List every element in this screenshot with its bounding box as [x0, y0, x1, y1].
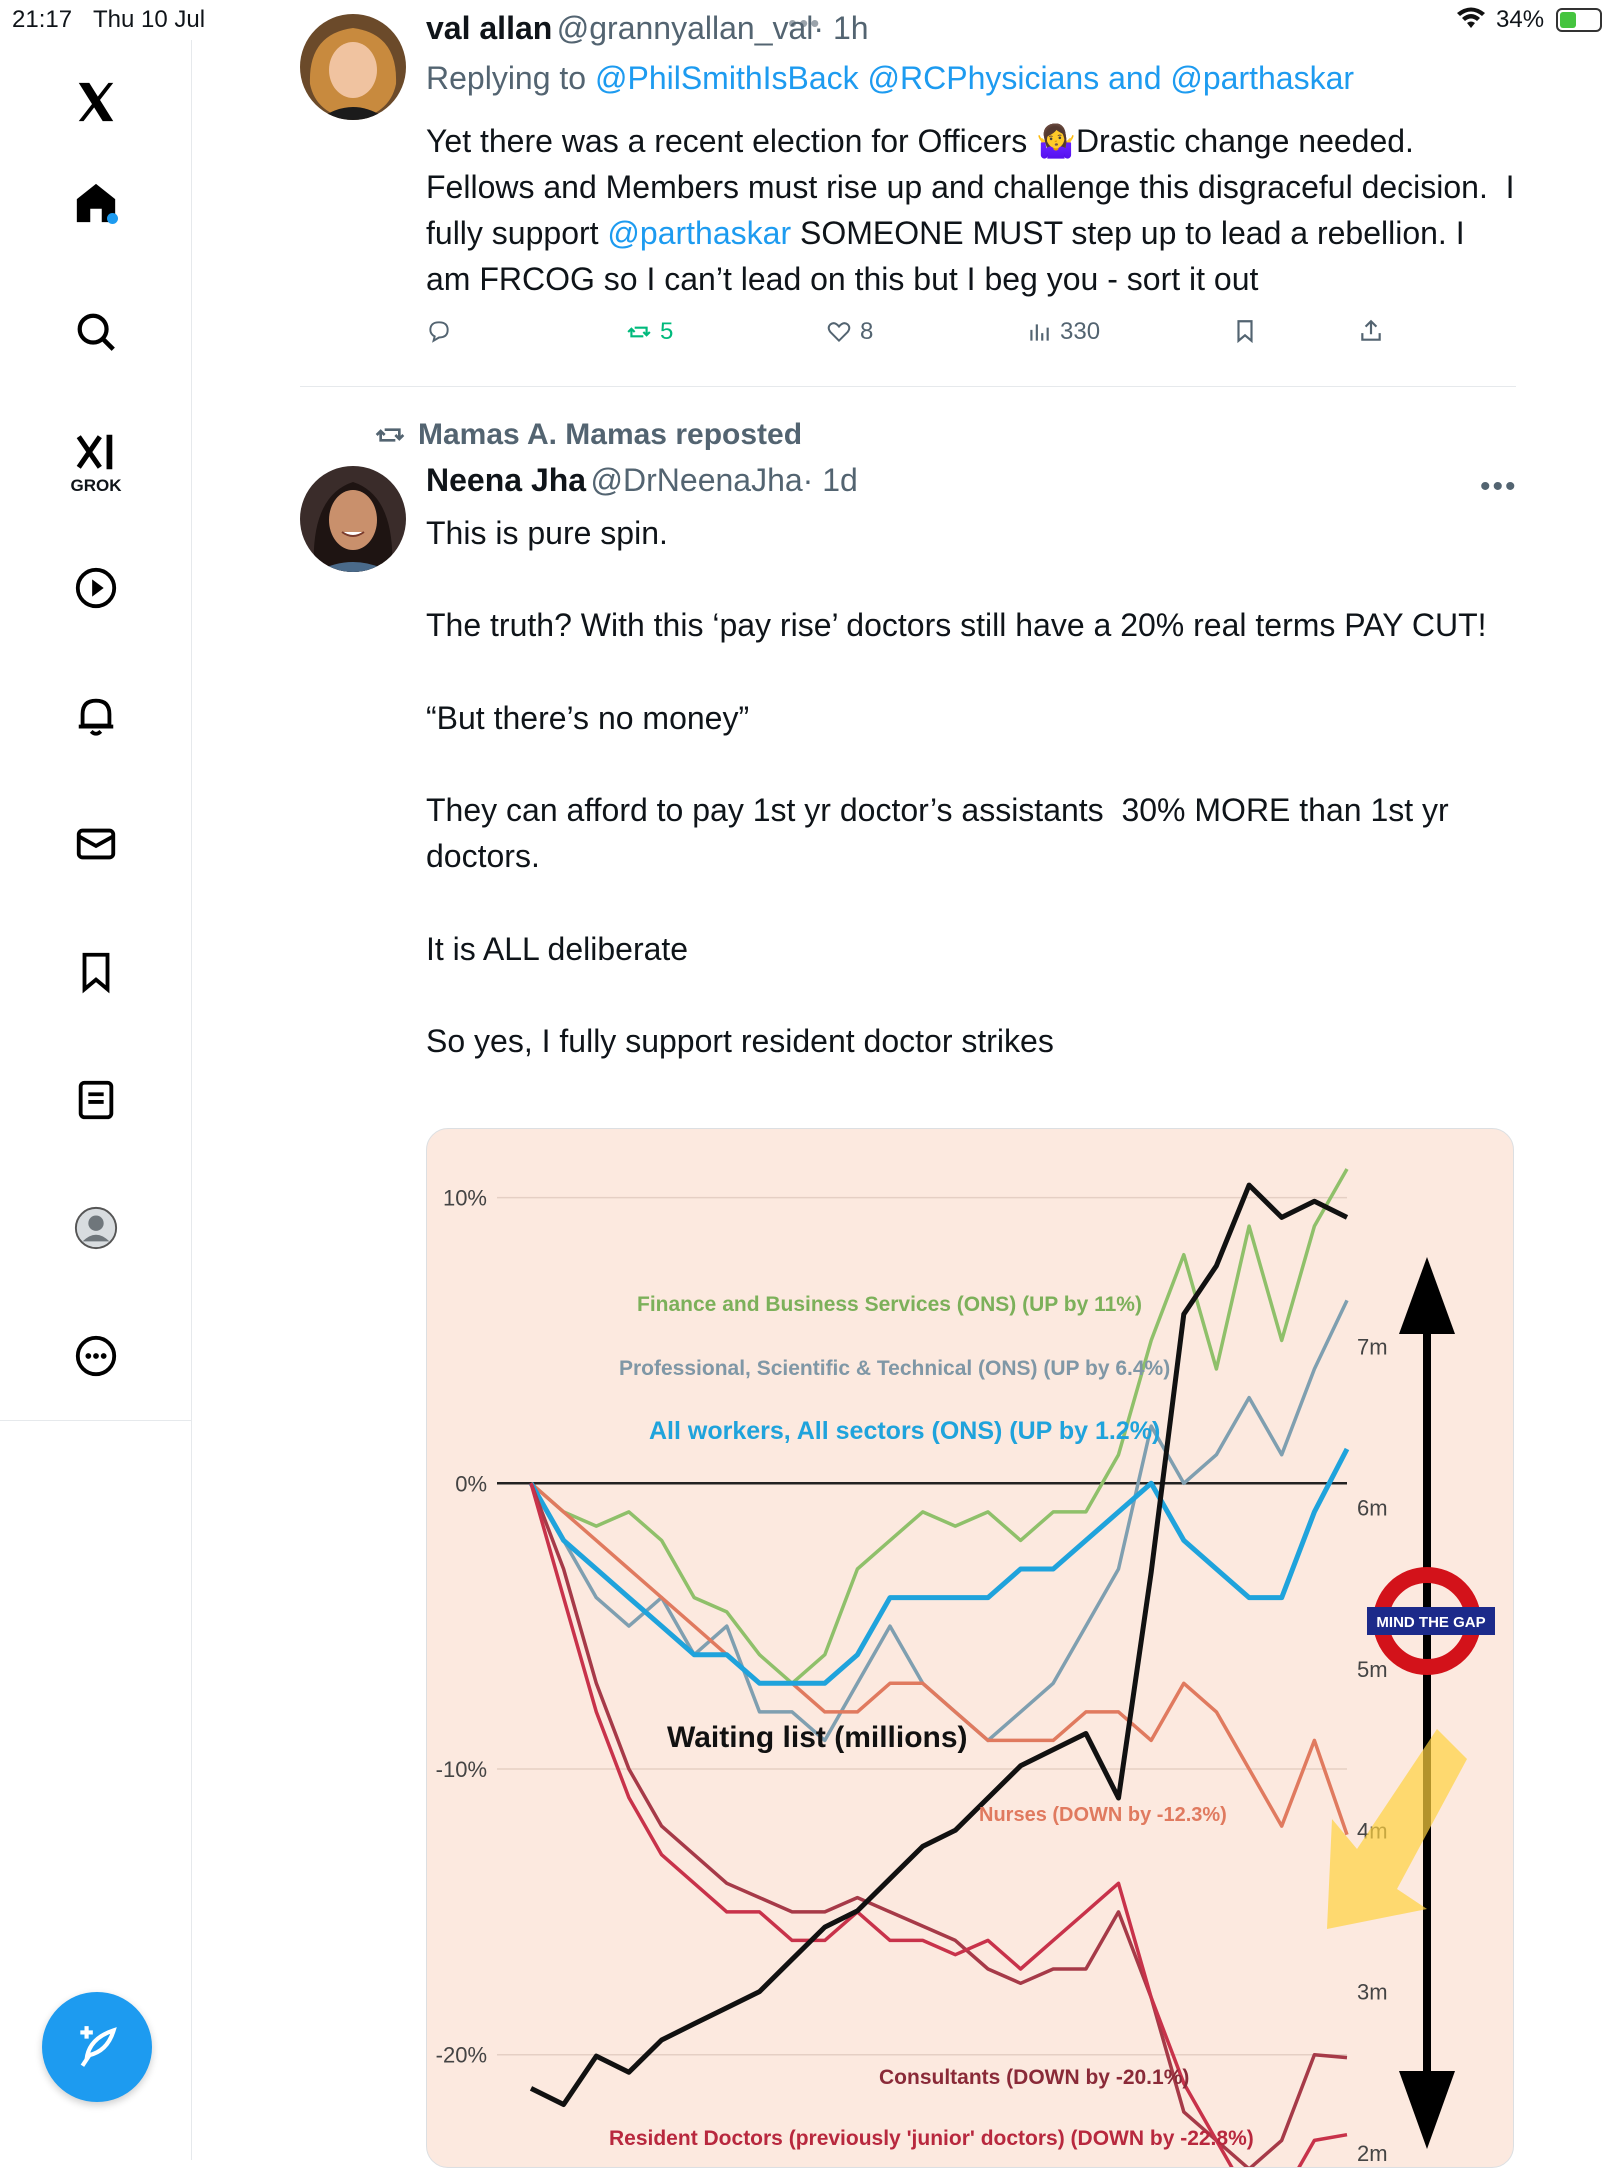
video-play-icon[interactable]	[66, 558, 126, 618]
home-notification-dot	[107, 213, 118, 224]
tweet-divider	[300, 386, 1516, 387]
bookmark-button[interactable]	[1232, 318, 1258, 344]
series-line-nurses	[529, 1481, 1349, 1836]
repost-count: 5	[660, 318, 674, 345]
y-tick-label: 0%	[455, 1471, 487, 1496]
compose-post-button[interactable]	[42, 1992, 152, 2102]
tweet-text: Yet there was a recent election for Offi…	[426, 118, 1516, 302]
avatar[interactable]	[300, 466, 406, 572]
series-label-resident: Resident Doctors (previously 'junior' do…	[609, 2127, 1254, 2150]
share-button[interactable]	[1358, 318, 1384, 344]
messages-mail-icon[interactable]	[66, 814, 126, 874]
more-options-icon[interactable]: •••	[1480, 470, 1518, 504]
heart-icon	[827, 322, 851, 343]
bookmarks-icon[interactable]	[66, 942, 126, 1002]
like-button[interactable]: 8	[826, 318, 873, 346]
repost-icon	[627, 326, 651, 338]
status-time: 21:17	[12, 6, 73, 33]
replying-to-label: Replying to	[426, 60, 587, 96]
more-options-icon[interactable]	[66, 1326, 126, 1386]
search-icon[interactable]	[66, 302, 126, 362]
series-label-consultants: Consultants (DOWN by -20.1%)	[879, 2066, 1189, 2089]
status-date: Thu 10 Jul	[93, 6, 206, 33]
author-name[interactable]: Neena Jha	[426, 462, 586, 498]
arrow-head-down	[1399, 2071, 1455, 2149]
series-label-waiting: Waiting list (millions)	[667, 1721, 968, 1754]
grok-icon[interactable]	[66, 422, 126, 482]
repost-button[interactable]: 5	[626, 318, 673, 346]
sidebar-divider	[0, 1420, 192, 1421]
y2-tick-label: 3m	[1357, 1980, 1388, 2005]
views-count: 330	[1060, 318, 1101, 345]
series-label-all_workers: All workers, All sectors (ONS) (UP by 1.…	[649, 1417, 1160, 1445]
replying-to-handles[interactable]: @PhilSmithIsBack @RCPhysicians and @part…	[595, 60, 1354, 96]
author-handle[interactable]: @DrNeenaJha	[591, 462, 803, 498]
series-label-finance: Finance and Business Services (ONS) (UP …	[637, 1293, 1142, 1316]
mention-link[interactable]: @parthaskar	[607, 215, 791, 251]
grok-label: GROK	[70, 476, 122, 495]
lists-document-icon[interactable]	[66, 1070, 126, 1130]
repost-icon	[375, 428, 405, 442]
post-time: · 1h	[813, 10, 869, 46]
avatar[interactable]	[300, 14, 406, 120]
mind-the-gap-label: MIND THE GAP	[1376, 1614, 1485, 1631]
reply-icon	[429, 321, 449, 343]
pay-chart: 10%0%-10%-20%7m6m5m4m3m2mMIND THE GAPFin…	[436, 1168, 1495, 2167]
y2-tick-label: 5m	[1357, 1657, 1388, 1682]
author-name[interactable]: val allan	[426, 10, 552, 46]
x-logo-icon[interactable]	[66, 72, 126, 132]
sidebar-nav: GROK	[0, 40, 192, 2160]
wifi-icon	[1456, 6, 1486, 37]
post-time: · 1d	[802, 462, 858, 498]
reply-button[interactable]	[426, 318, 460, 344]
y-tick-label: -20%	[436, 2043, 487, 2068]
reposted-by-label[interactable]: Mamas A. Mamas reposted	[418, 418, 802, 452]
notifications-bell-icon[interactable]	[66, 686, 126, 746]
battery-icon	[1556, 8, 1602, 32]
home-icon[interactable]	[66, 173, 126, 233]
like-count: 8	[860, 318, 874, 345]
series-label-professional: Professional, Scientific & Technical (ON…	[619, 1357, 1170, 1380]
series-label-nurses: Nurses (DOWN by -12.3%)	[979, 1804, 1227, 1826]
chart-image-card[interactable]: 10%0%-10%-20%7m6m5m4m3m2mMIND THE GAPFin…	[426, 1128, 1514, 2168]
views-chart-icon	[1030, 324, 1049, 341]
tweet-actions: 5 8 330	[426, 318, 1526, 358]
y2-tick-label: 7m	[1357, 1334, 1388, 1359]
arrow-head-up	[1399, 1257, 1455, 1334]
views-button[interactable]: 330	[1026, 318, 1100, 346]
repost-context: Mamas A. Mamas reposted	[374, 418, 802, 452]
y2-tick-label: 2m	[1357, 2141, 1388, 2166]
series-line-waiting	[529, 1182, 1349, 2107]
y2-tick-label: 6m	[1357, 1496, 1388, 1521]
bookmark-icon	[1237, 320, 1253, 344]
y-tick-label: -10%	[436, 1757, 487, 1782]
share-icon	[1361, 319, 1381, 341]
y-tick-label: 10%	[443, 1186, 487, 1211]
profile-avatar-icon[interactable]	[66, 1198, 126, 1258]
tweet-text: This is pure spin. The truth? With this …	[426, 515, 1487, 1060]
battery-percent: 34%	[1496, 6, 1545, 33]
author-handle[interactable]: @grannyallan_val	[557, 10, 814, 46]
highlight-arrow	[1327, 1729, 1467, 1929]
